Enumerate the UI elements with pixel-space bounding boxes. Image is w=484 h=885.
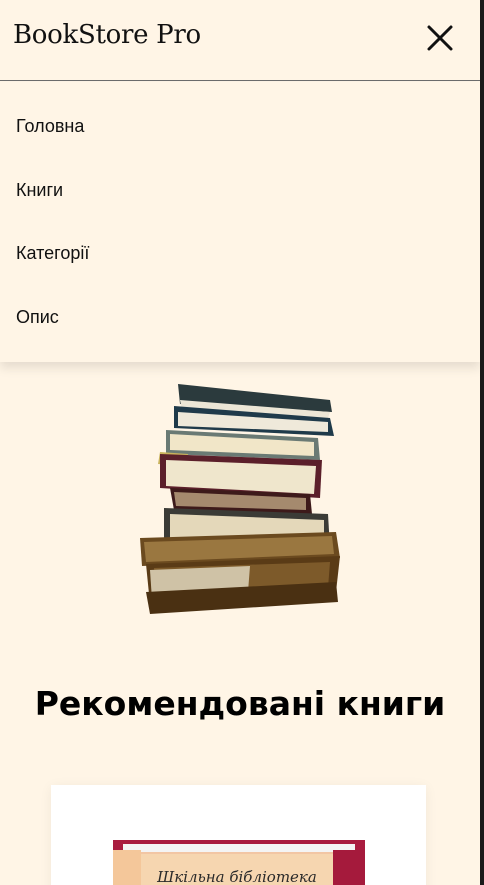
book-cover-title: Шкільна бібліотека [156,868,317,885]
brand-logo-text[interactable]: BookStore Pro [13,20,201,50]
hero-books-image [130,378,350,618]
nav-item-description[interactable]: Опис [16,307,59,328]
window-edge [480,0,484,885]
close-icon [427,25,453,51]
nav-item-categories[interactable]: Категорії [16,243,89,264]
mobile-nav-menu: Головна Книги Категорії Опис [0,82,480,362]
close-menu-button[interactable] [424,22,456,54]
book-stack-illustration [140,384,340,614]
book-card[interactable]: Шкільна бібліотека [51,785,426,885]
site-header: BookStore Pro [0,0,480,81]
nav-item-books[interactable]: Книги [16,180,63,201]
book-cover-image: Шкільна бібліотека [113,840,365,885]
nav-item-home[interactable]: Головна [16,116,84,137]
recommended-books-heading: Рекомендовані книги [34,684,446,723]
